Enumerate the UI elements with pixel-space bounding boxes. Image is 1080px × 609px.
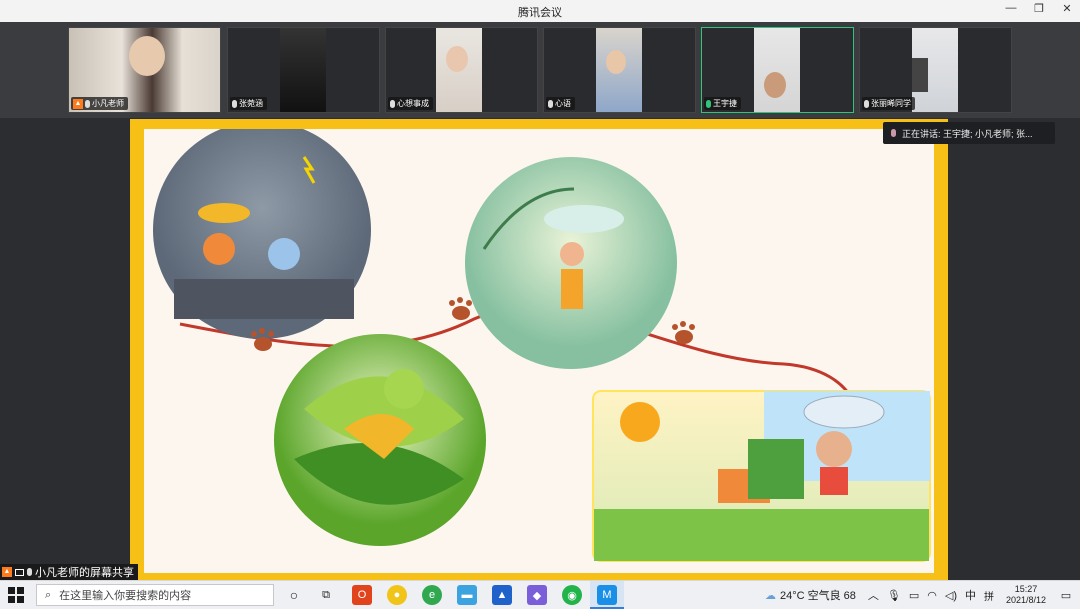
game-icon[interactable]: ◆ bbox=[527, 585, 547, 605]
windows-start-icon[interactable] bbox=[8, 587, 24, 603]
browser-icon[interactable]: e bbox=[422, 585, 442, 605]
search-placeholder: 在这里输入你要搜索的内容 bbox=[59, 590, 192, 602]
cortana-icon[interactable]: ○ bbox=[284, 585, 304, 605]
participant-name: 小凡老师 bbox=[92, 99, 124, 108]
clock-time: 15:27 bbox=[1014, 584, 1038, 594]
minimize-icon[interactable]: — bbox=[1004, 2, 1018, 15]
speaking-indicator: 正在讲话: 王宇捷; 小凡老师; 张... bbox=[883, 122, 1055, 144]
mic-icon bbox=[864, 99, 869, 108]
chevron-up-icon[interactable]: ︿ bbox=[868, 587, 879, 603]
weather-icon: ☁ bbox=[764, 589, 776, 602]
microphone-icon[interactable]: 🎙 bbox=[887, 589, 901, 602]
participant-tile[interactable]: 张丽晞同学 bbox=[859, 27, 1012, 113]
search-icon: ⌕ bbox=[45, 588, 52, 601]
participant-tile[interactable]: 张菀涵 bbox=[227, 27, 380, 113]
participant-tile[interactable]: 心语 bbox=[543, 27, 696, 113]
host-icon: ▲ bbox=[2, 567, 12, 577]
window-titlebar: 腾讯会议 — ❐ ✕ bbox=[0, 0, 1080, 23]
volume-icon[interactable]: ◁) bbox=[945, 589, 957, 602]
slide-illustration bbox=[153, 129, 931, 562]
screen-icon bbox=[15, 568, 24, 576]
participant-name: 张丽晞同学 bbox=[871, 99, 911, 108]
speaking-text: 正在讲话: 王宇捷; 小凡老师; 张... bbox=[902, 128, 1033, 139]
rain-scene bbox=[153, 129, 371, 339]
weather-text[interactable]: 24°C 空气良 68 bbox=[780, 587, 856, 603]
host-icon: ▲ bbox=[73, 98, 83, 109]
participant-tile[interactable]: 心想事成 bbox=[385, 27, 538, 113]
participant-name: 张菀涵 bbox=[239, 99, 263, 108]
close-icon[interactable]: ✕ bbox=[1060, 2, 1074, 15]
share-label: 小凡老师的屏幕共享 bbox=[35, 567, 134, 579]
screen-share-label[interactable]: ▲ 小凡老师的屏幕共享 bbox=[0, 564, 138, 580]
battery-icon[interactable]: ▭ bbox=[909, 589, 919, 602]
window-title: 腾讯会议 bbox=[518, 7, 562, 19]
taskbar-search-input[interactable]: ⌕ 在这里输入你要搜索的内容 bbox=[36, 584, 274, 606]
clock-date: 2021/8/12 bbox=[1005, 595, 1047, 605]
mic-icon bbox=[891, 129, 896, 137]
participant-tile[interactable]: 王宇捷 bbox=[701, 27, 854, 113]
slide-canvas bbox=[144, 129, 934, 573]
taskbar: ⌕ 在这里输入你要搜索的内容 ○ ⧉ O ● e ▬ ▲ ◆ ◉ M ☁ 24°… bbox=[0, 580, 1080, 609]
ime-indicator[interactable]: 中 bbox=[965, 587, 976, 603]
restore-icon[interactable]: ❐ bbox=[1032, 2, 1046, 15]
wechat-icon[interactable]: ◉ bbox=[562, 585, 582, 605]
shared-screen bbox=[0, 118, 1080, 581]
arrow-app-icon[interactable]: ▲ bbox=[492, 585, 512, 605]
mic-muted-icon bbox=[232, 99, 237, 108]
slide-frame bbox=[130, 119, 948, 581]
office-icon[interactable]: O bbox=[352, 585, 372, 605]
participant-tile[interactable]: ▲ 小凡老师 bbox=[68, 27, 221, 113]
mic-muted-icon bbox=[548, 99, 553, 108]
umbrella-leaf-scene bbox=[465, 157, 677, 369]
mic-muted-icon bbox=[390, 99, 395, 108]
wifi-icon[interactable]: ◠ bbox=[927, 589, 937, 602]
sunny-scene bbox=[592, 390, 931, 562]
participant-name: 王宇捷 bbox=[713, 99, 737, 108]
mic-icon bbox=[27, 568, 32, 576]
tencent-meeting-icon[interactable]: M bbox=[597, 585, 617, 605]
participant-strip: ▲ 小凡老师 张菀涵 心想事成 心语 王宇捷 张丽晞同学 bbox=[0, 22, 1080, 118]
mic-active-icon bbox=[706, 99, 711, 108]
mic-icon bbox=[85, 99, 90, 108]
clock[interactable]: 15:27 2021/8/12 bbox=[1000, 584, 1052, 606]
ladybug-leaf-scene bbox=[274, 334, 486, 546]
task-view-icon[interactable]: ⧉ bbox=[316, 585, 336, 605]
app-icon[interactable]: ▬ bbox=[457, 585, 477, 605]
participant-name: 心想事成 bbox=[397, 99, 429, 108]
chrome-icon[interactable]: ● bbox=[387, 585, 407, 605]
participant-name: 心语 bbox=[555, 99, 571, 108]
system-tray: ☁ 24°C 空气良 68 ︿ 🎙 ▭ ◠ ◁) 中 拼 15:27 2021/… bbox=[765, 581, 1080, 609]
notification-icon[interactable]: ▭ bbox=[1052, 589, 1080, 602]
ime-mode[interactable]: 拼 bbox=[984, 588, 994, 603]
